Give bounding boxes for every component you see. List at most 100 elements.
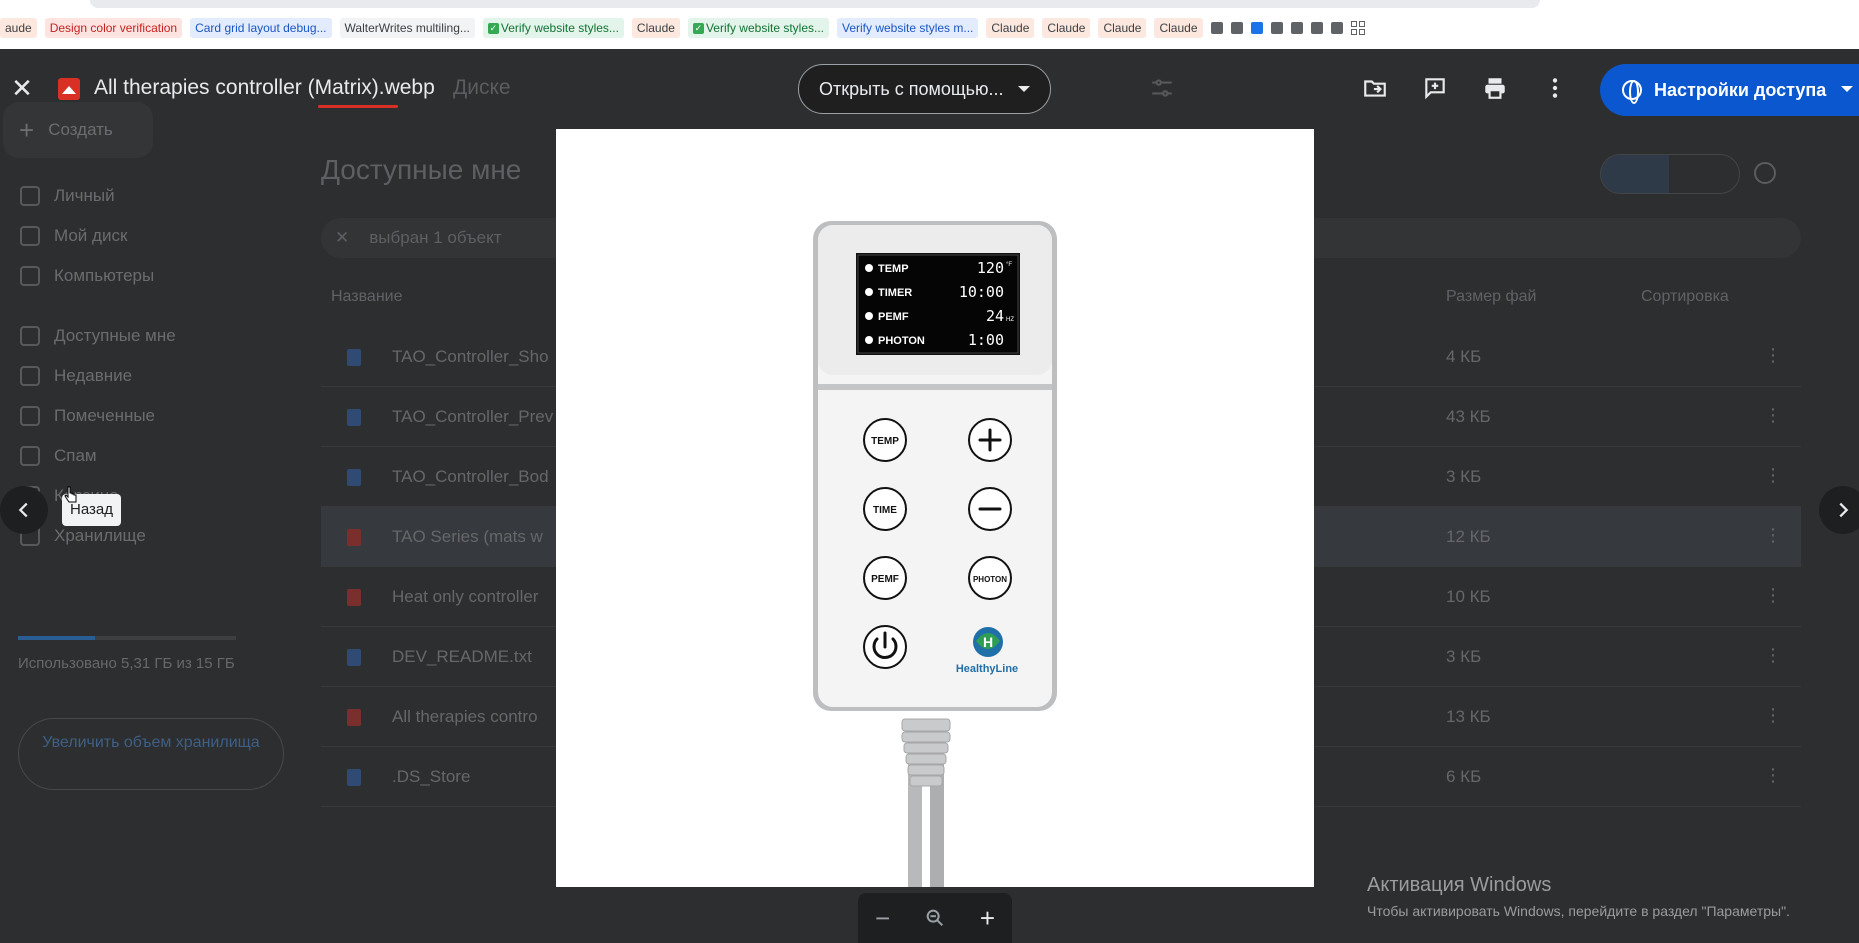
more-vert-icon: ⋮ bbox=[1764, 465, 1782, 485]
file-type-icon bbox=[347, 589, 361, 606]
more-vert-icon bbox=[1552, 78, 1558, 98]
spam-icon bbox=[20, 446, 40, 466]
share-dropdown-icon[interactable] bbox=[1841, 86, 1853, 92]
activation-text: Чтобы активировать Windows, перейдите в … bbox=[1367, 903, 1790, 919]
lcd-indicator-dot bbox=[865, 312, 873, 320]
sidebar-item: Недавние bbox=[0, 356, 260, 396]
file-size: 43 КБ bbox=[1446, 407, 1491, 426]
hand-cursor-icon bbox=[64, 486, 77, 503]
lcd-value: 120 bbox=[977, 259, 1004, 277]
bookmark-favicon[interactable] bbox=[1310, 22, 1323, 34]
close-viewer-button[interactable]: ✕ bbox=[8, 74, 36, 102]
sidebar-item-label: Личный bbox=[54, 186, 115, 205]
check-icon: ✓ bbox=[692, 22, 704, 34]
photon-key-label: PHOTON bbox=[973, 575, 1007, 584]
lcd-indicator-dot bbox=[865, 288, 873, 296]
add-comment-button[interactable] bbox=[1419, 72, 1451, 104]
bookmark-item[interactable]: aude bbox=[0, 18, 37, 38]
bookmark-item[interactable]: Design color verification bbox=[44, 18, 183, 38]
sidebar-item: Личный bbox=[0, 176, 260, 216]
bookmark-favicon[interactable] bbox=[1210, 22, 1223, 34]
viewer-file-title: All therapies controller (Matrix).webp bbox=[94, 76, 435, 99]
storage-bar bbox=[18, 636, 236, 640]
file-name: DEV_README.txt bbox=[392, 647, 532, 666]
column-size: Размер фай bbox=[1446, 288, 1537, 305]
info-icon bbox=[1754, 162, 1776, 184]
more-options-button[interactable] bbox=[1539, 72, 1571, 104]
bookmark-label: Verify website styles m... bbox=[842, 21, 974, 35]
bookmark-item[interactable]: Claude bbox=[1042, 18, 1091, 38]
bookmark-item[interactable]: Claude bbox=[631, 18, 680, 38]
move-to-folder-button[interactable] bbox=[1359, 72, 1391, 104]
column-sort: Сортировка bbox=[1641, 288, 1729, 305]
file-name: TAO_Controller_Prev bbox=[392, 407, 554, 426]
bookmark-label: WalterWrites multiling... bbox=[344, 21, 470, 35]
bookmark-item[interactable]: Claude bbox=[986, 18, 1035, 38]
chevron-left-icon bbox=[18, 502, 28, 518]
activation-title: Активация Windows bbox=[1367, 874, 1552, 896]
more-vert-icon: ⋮ bbox=[1764, 525, 1782, 545]
print-button[interactable] bbox=[1479, 72, 1511, 104]
list-view-option bbox=[1601, 155, 1669, 193]
bookmark-item[interactable]: WalterWrites multiling... bbox=[339, 18, 475, 38]
bookmark-favicon[interactable] bbox=[1290, 22, 1303, 34]
bookmark-item[interactable]: ✓ Verify website styles... bbox=[687, 18, 829, 38]
bookmark-label: Verify website styles... bbox=[705, 21, 824, 35]
file-name: Heat only controller bbox=[392, 587, 539, 606]
bookmark-label: Claude bbox=[991, 21, 1030, 35]
check-icon: ✓ bbox=[487, 22, 499, 34]
bookmark-item[interactable]: Verify website styles m... bbox=[837, 18, 979, 38]
bookmark-item[interactable]: Claude bbox=[1154, 18, 1203, 38]
bookmark-favicon[interactable] bbox=[1250, 22, 1263, 34]
bookmark-favicon[interactable] bbox=[1330, 22, 1343, 34]
file-type-icon bbox=[347, 709, 361, 726]
bookmark-favicon[interactable] bbox=[1270, 22, 1283, 34]
file-name: All therapies contro bbox=[392, 707, 538, 726]
previous-image-button[interactable] bbox=[0, 486, 48, 534]
bookmark-item[interactable]: ✓ Verify website styles... bbox=[482, 18, 624, 38]
temp-key-label: TEMP bbox=[871, 436, 899, 447]
bookmark-item[interactable]: Card grid layout debug... bbox=[190, 18, 332, 38]
file-type-icon bbox=[347, 349, 361, 366]
bookmark-favicon[interactable] bbox=[1230, 22, 1243, 34]
file-type-icon bbox=[347, 469, 361, 486]
lcd-unit: °F bbox=[1006, 262, 1012, 268]
file-name: TAO_Controller_Sho bbox=[392, 347, 549, 366]
lcd-indicator-dot bbox=[865, 264, 873, 272]
sidebar-item-label: Недавние bbox=[54, 366, 133, 385]
share-settings-button[interactable]: Настройки доступа bbox=[1600, 64, 1859, 116]
bookmark-label: Verify website styles... bbox=[500, 21, 619, 35]
lcd-unit: HZ bbox=[1006, 317, 1014, 323]
bookmark-label: Claude bbox=[1047, 21, 1086, 35]
lcd-value: 10:00 bbox=[959, 283, 1004, 301]
storage-text: Использовано 5,31 ГБ из 15 ГБ bbox=[18, 655, 235, 672]
file-size: 4 КБ bbox=[1446, 347, 1482, 366]
lcd-label: PEMF bbox=[878, 311, 909, 323]
computer-icon bbox=[20, 266, 40, 286]
bookmark-item[interactable]: Claude bbox=[1098, 18, 1147, 38]
open-with-button[interactable]: Открыть с помощью... bbox=[798, 64, 1051, 114]
lcd-label: PHOTON bbox=[878, 335, 925, 347]
shared-icon bbox=[20, 326, 40, 346]
share-label: Настройки доступа bbox=[1654, 79, 1827, 100]
zoom-out-button[interactable]: − bbox=[875, 905, 890, 931]
more-vert-icon: ⋮ bbox=[1764, 585, 1782, 605]
sidebar-item-label: Мой диск bbox=[54, 226, 128, 245]
clear-selection-icon: ✕ bbox=[335, 228, 350, 247]
sidebar-item-label: Доступные мне bbox=[54, 326, 176, 345]
bookmark-label: Claude bbox=[1159, 21, 1198, 35]
bookmark-label: Claude bbox=[1103, 21, 1142, 35]
apps-grid-icon[interactable] bbox=[1350, 21, 1365, 35]
file-size: 6 КБ bbox=[1446, 767, 1482, 786]
sidebar-item: Помеченные bbox=[0, 396, 260, 436]
file-type-icon bbox=[347, 769, 361, 786]
printer-icon bbox=[1485, 78, 1505, 99]
address-bar-edge bbox=[90, 0, 1540, 8]
bookmark-label: aude bbox=[5, 21, 32, 35]
file-type-icon bbox=[347, 409, 361, 426]
next-image-button[interactable] bbox=[1819, 486, 1859, 534]
file-type-icon bbox=[347, 649, 361, 666]
file-size: 12 КБ bbox=[1446, 527, 1491, 546]
more-vert-icon: ⋮ bbox=[1764, 405, 1782, 425]
zoom-in-button[interactable]: + bbox=[980, 905, 995, 931]
